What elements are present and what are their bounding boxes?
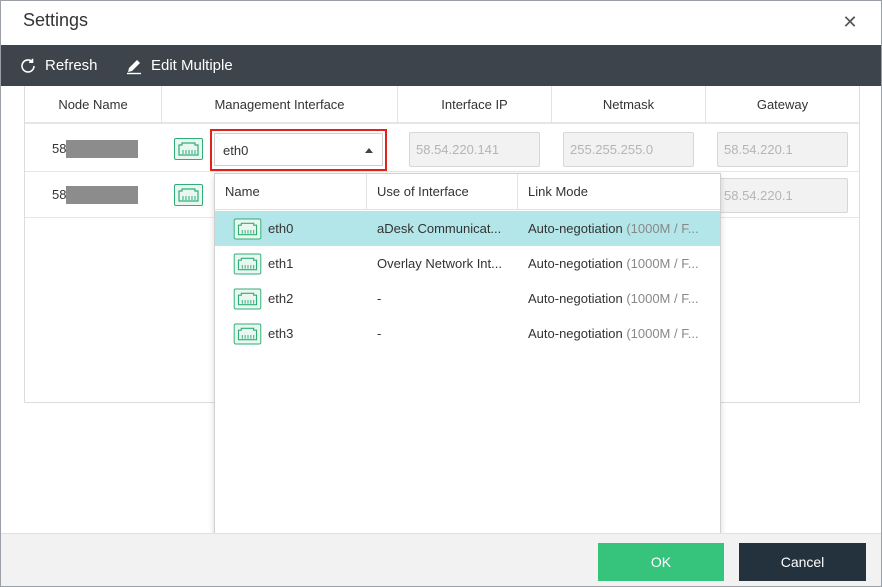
network-port-icon — [233, 218, 262, 239]
option-link-mode: Auto-negotiation (1000M / F... — [518, 316, 720, 351]
link-mode-detail: (1000M / F... — [626, 221, 699, 236]
network-port-icon — [174, 184, 203, 206]
option-name-cell: eth1 — [215, 246, 367, 281]
option-link-mode: Auto-negotiation (1000M / F... — [518, 211, 720, 246]
option-use: Overlay Network Int... — [377, 256, 502, 271]
link-mode-text: Auto-negotiation — [528, 256, 623, 271]
gateway-field[interactable]: 58.54.220.1 — [717, 132, 848, 167]
link-mode-text: Auto-negotiation — [528, 326, 623, 341]
redacted-text — [66, 140, 138, 158]
dialog-title: Settings — [23, 10, 89, 30]
link-mode-detail: (1000M / F... — [626, 291, 699, 306]
refresh-button[interactable]: Refresh — [19, 45, 98, 86]
table-row: 58 eth0 58.54.220.141 255.255.255.0 58.5… — [25, 126, 859, 172]
close-icon[interactable]: ✕ — [841, 13, 859, 31]
link-mode-detail: (1000M / F... — [626, 256, 699, 271]
settings-dialog: Settings ✕ Refresh Edit Multiple Node Na… — [0, 0, 882, 587]
pencil-icon — [127, 59, 141, 74]
refresh-icon — [21, 58, 35, 73]
edit-multiple-label: Edit Multiple — [151, 57, 233, 74]
toolbar: Refresh Edit Multiple — [1, 45, 881, 86]
management-interface-select[interactable]: eth0 — [214, 133, 383, 166]
option-name-cell: eth3 — [215, 316, 367, 351]
title-bar: Settings ✕ — [1, 1, 881, 45]
dropdown-option-eth0[interactable]: eth0 aDesk Communicat... Auto-negotiatio… — [215, 211, 720, 246]
network-port-icon — [233, 288, 262, 309]
option-use: - — [377, 326, 382, 341]
gateway-field[interactable]: 58.54.220.1 — [717, 178, 848, 213]
node-name: 58 — [52, 187, 67, 202]
header-management-interface[interactable]: Management Interface — [162, 86, 398, 124]
option-use: - — [377, 291, 382, 306]
cancel-button[interactable]: Cancel — [739, 543, 866, 581]
interface-dropdown: Name Use of Interface Link Mode eth0 aDe… — [214, 173, 721, 540]
link-mode-text: Auto-negotiation — [528, 291, 623, 306]
option-link-mode: Auto-negotiation (1000M / F... — [518, 281, 720, 316]
dropdown-header-name: Name — [215, 174, 367, 210]
dialog-footer: OK Cancel — [1, 533, 881, 586]
select-value: eth0 — [223, 143, 249, 158]
link-mode-detail: (1000M / F... — [626, 326, 699, 341]
option-name: eth1 — [268, 256, 294, 271]
header-netmask[interactable]: Netmask — [552, 86, 706, 124]
header-gateway[interactable]: Gateway — [706, 86, 859, 124]
refresh-label: Refresh — [45, 57, 98, 74]
netmask-field[interactable]: 255.255.255.0 — [563, 132, 694, 167]
dropdown-header-link-mode: Link Mode — [528, 184, 588, 199]
network-port-icon — [233, 253, 262, 274]
dropdown-option-eth2[interactable]: eth2 - Auto-negotiation (1000M / F... — [215, 281, 720, 316]
dropdown-header-use: Use of Interface — [367, 174, 518, 210]
option-name-cell: eth0 — [215, 211, 367, 246]
ok-button[interactable]: OK — [598, 543, 724, 581]
caret-up-icon — [365, 148, 373, 153]
header-node-name[interactable]: Node Name — [25, 86, 162, 124]
nic-cell — [174, 138, 203, 165]
option-name: eth0 — [268, 221, 294, 236]
interface-ip-field[interactable]: 58.54.220.141 — [409, 132, 540, 167]
nic-cell — [174, 184, 203, 211]
dropdown-header: Name Use of Interface Link Mode — [215, 174, 720, 210]
link-mode-text: Auto-negotiation — [528, 221, 623, 236]
network-port-icon — [174, 138, 203, 160]
option-name: eth3 — [268, 326, 294, 341]
dropdown-option-eth3[interactable]: eth3 - Auto-negotiation (1000M / F... — [215, 316, 720, 351]
network-port-icon — [233, 323, 262, 344]
table-header: Node Name Management Interface Interface… — [25, 86, 859, 124]
option-name: eth2 — [268, 291, 294, 306]
redacted-text — [66, 186, 138, 204]
dropdown-option-eth1[interactable]: eth1 Overlay Network Int... Auto-negotia… — [215, 246, 720, 281]
node-name: 58 — [52, 141, 67, 156]
header-interface-ip[interactable]: Interface IP — [398, 86, 552, 124]
option-name-cell: eth2 — [215, 281, 367, 316]
edit-multiple-button[interactable]: Edit Multiple — [125, 45, 233, 86]
option-use: aDesk Communicat... — [377, 221, 502, 236]
option-link-mode: Auto-negotiation (1000M / F... — [518, 246, 720, 281]
